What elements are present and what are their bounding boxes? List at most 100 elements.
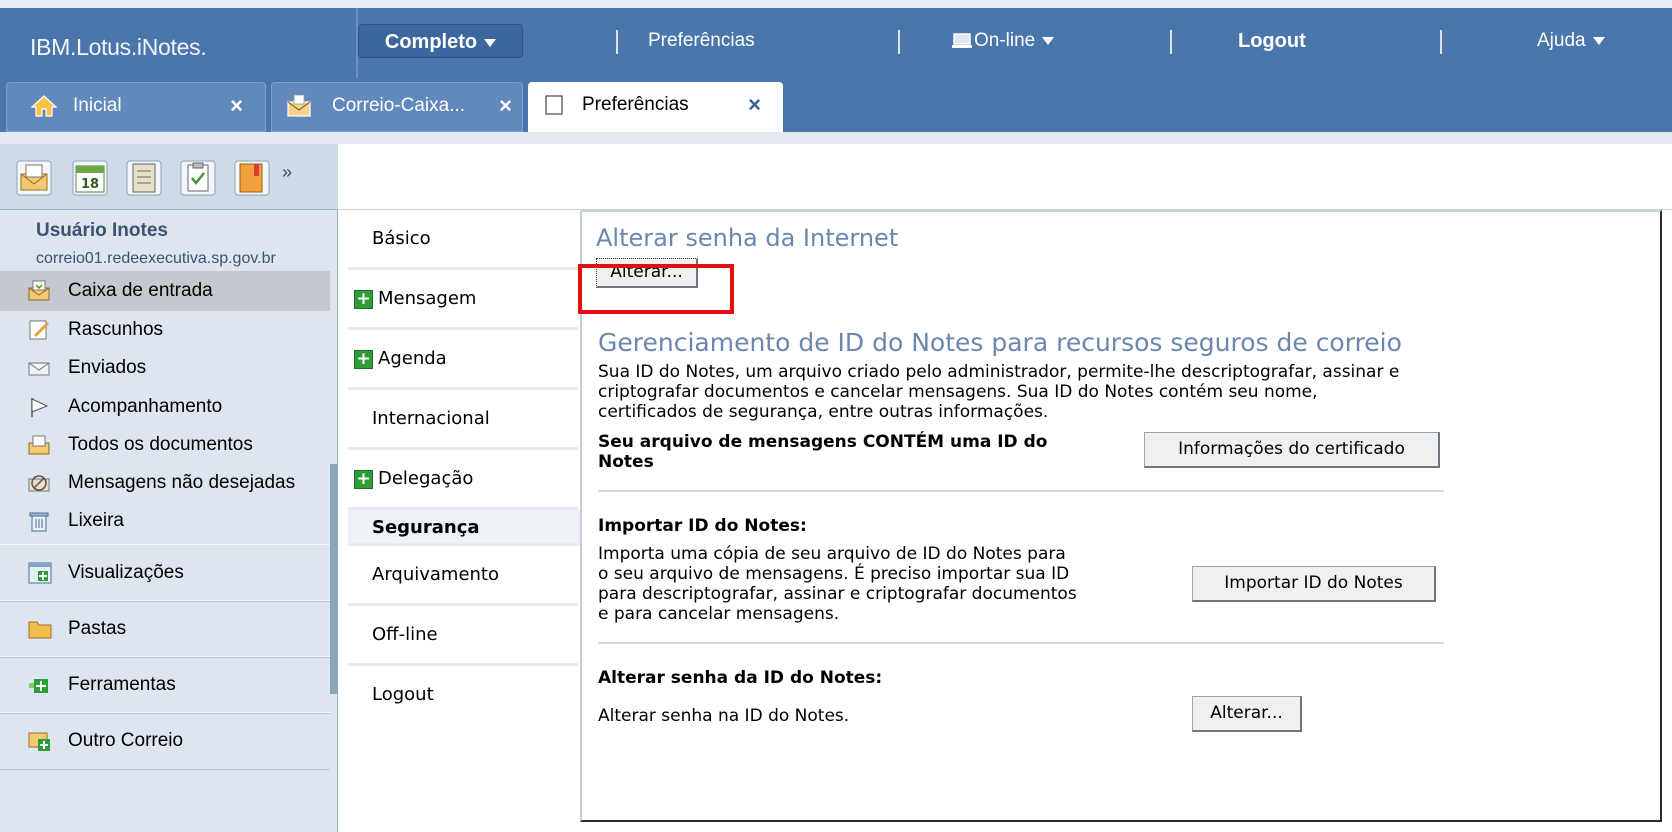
pref-nav-logout[interactable]: Logout bbox=[348, 666, 578, 726]
sidebar-item-junk[interactable]: Mensagens não desejadas bbox=[0, 463, 330, 503]
mail-icon bbox=[287, 94, 311, 117]
divider bbox=[1440, 30, 1442, 54]
change-id-password-heading: Alterar senha da ID do Notes: bbox=[598, 668, 883, 688]
pref-nav-delegacao[interactable]: + Delegação bbox=[348, 450, 578, 510]
sidebar-item-label: Caixa de entrada bbox=[68, 280, 213, 301]
sent-icon bbox=[28, 362, 50, 376]
calendar-icon[interactable]: 18 bbox=[72, 160, 108, 196]
help-label: Ajuda bbox=[1537, 30, 1586, 51]
pref-nav-internacional[interactable]: Internacional bbox=[348, 390, 578, 450]
contains-id-text-line-1: Seu arquivo de mensagens CONTÉM uma ID d… bbox=[598, 432, 1048, 452]
notebook-icon[interactable] bbox=[234, 160, 270, 196]
expand-plus-icon[interactable]: + bbox=[354, 290, 373, 309]
change-id-password-desc: Alterar senha na ID do Notes. bbox=[598, 706, 850, 726]
chevron-down-icon bbox=[1592, 36, 1605, 45]
pref-nav-label: Logout bbox=[372, 684, 434, 705]
import-id-desc-line-4: e para cancelar mensagens. bbox=[598, 604, 840, 624]
import-notes-id-button[interactable]: Importar ID do Notes bbox=[1192, 566, 1436, 602]
pref-nav-seguranca[interactable]: Segurança bbox=[348, 510, 580, 546]
notes-id-desc-line-2: criptografar documentos e cancelar mensa… bbox=[598, 382, 1318, 402]
online-status-button[interactable]: On-line bbox=[952, 24, 1055, 58]
sidebar-section-label: Outro Correio bbox=[68, 730, 184, 751]
flag-icon bbox=[31, 398, 49, 417]
change-id-password-button[interactable]: Alterar... bbox=[1192, 696, 1302, 732]
security-preferences-panel: Alterar senha da Internet Alterar... Ger… bbox=[580, 210, 1662, 822]
mail-icon[interactable] bbox=[16, 160, 52, 196]
tab-inicial[interactable]: Inicial × bbox=[6, 82, 266, 132]
calendar-day: 18 bbox=[81, 177, 99, 192]
content-toolbar bbox=[338, 144, 1672, 210]
divider bbox=[1170, 30, 1172, 54]
online-label: On-line bbox=[974, 30, 1036, 51]
tab-correio[interactable]: Correio-Caixa... × bbox=[271, 82, 523, 132]
sidebar-item-label: Todos os documentos bbox=[68, 434, 253, 455]
todo-icon[interactable] bbox=[180, 160, 216, 196]
expand-plus-icon[interactable]: + bbox=[354, 350, 373, 369]
document-icon bbox=[545, 95, 563, 115]
sidebar-section-label: Visualizações bbox=[68, 562, 184, 583]
computer-icon bbox=[952, 33, 972, 48]
sidebar-splitter-handle[interactable] bbox=[330, 464, 338, 694]
inbox-icon bbox=[28, 280, 50, 301]
pref-nav-basico[interactable]: Básico bbox=[348, 210, 578, 270]
divider bbox=[616, 30, 618, 54]
toolbar-spacer bbox=[0, 132, 1672, 144]
sidebar-section-tools[interactable]: Ferramentas bbox=[0, 656, 330, 714]
pref-nav-label: Básico bbox=[372, 228, 431, 249]
mode-completo-label: Completo bbox=[384, 31, 478, 53]
mode-completo-button[interactable]: Completo bbox=[358, 24, 523, 58]
pref-nav-agenda[interactable]: + Agenda bbox=[348, 330, 578, 390]
user-name: Usuário Inotes bbox=[36, 220, 168, 241]
sidebar-item-follow-up[interactable]: Acompanhamento bbox=[0, 387, 330, 427]
highlight-annotation bbox=[578, 264, 734, 314]
top-bar: IBM.Lotus.iNotes. Completo Preferências … bbox=[0, 0, 1672, 78]
logout-link[interactable]: Logout bbox=[1238, 24, 1306, 58]
import-id-desc-line-1: Importa uma cópia de seu arquivo de ID d… bbox=[598, 544, 1066, 564]
folder-icon bbox=[28, 621, 52, 639]
sidebar-section-label: Ferramentas bbox=[68, 674, 176, 695]
notes-id-desc-line-1: Sua ID do Notes, um arquivo criado pelo … bbox=[598, 362, 1400, 382]
chevron-down-icon bbox=[1042, 36, 1055, 45]
sidebar-item-label: Enviados bbox=[68, 357, 147, 378]
pref-nav-offline[interactable]: Off-line bbox=[348, 606, 578, 666]
pref-nav-arquivamento[interactable]: Arquivamento bbox=[348, 546, 578, 606]
contains-id-text-line-2: Notes bbox=[598, 452, 654, 472]
pref-nav-label: Delegação bbox=[378, 468, 474, 489]
sidebar-section-label: Pastas bbox=[68, 618, 127, 639]
sidebar-section-folders[interactable]: Pastas bbox=[0, 600, 330, 658]
app-launcher: 18 » bbox=[0, 144, 338, 210]
tab-preferencias[interactable]: Preferências × bbox=[528, 82, 783, 132]
import-id-heading: Importar ID do Notes: bbox=[598, 516, 807, 536]
sidebar-item-all-documents[interactable]: Todos os documentos bbox=[0, 425, 330, 465]
certificate-info-button[interactable]: Informações do certificado bbox=[1144, 432, 1440, 468]
more-apps-chevron-icon[interactable]: » bbox=[282, 162, 292, 183]
pref-nav-label: Arquivamento bbox=[372, 564, 500, 585]
expand-plus-icon[interactable]: + bbox=[354, 470, 373, 489]
pref-nav-mensagem[interactable]: + Mensagem bbox=[348, 270, 578, 330]
sidebar-item-label: Mensagens não desejadas bbox=[68, 472, 296, 493]
tab-label: Correio-Caixa... bbox=[332, 95, 466, 116]
user-info: Usuário Inotes correio01.redeexecutiva.s… bbox=[0, 210, 330, 276]
tab-bar: Inicial × Correio-Caixa... × Preferência… bbox=[0, 78, 1672, 132]
sidebar-item-trash[interactable]: Lixeira bbox=[0, 501, 330, 541]
sidebar-item-drafts[interactable]: Rascunhos bbox=[0, 310, 330, 350]
sidebar-item-sent[interactable]: Enviados bbox=[0, 348, 330, 388]
trash-icon bbox=[29, 512, 49, 532]
pref-nav-label: Mensagem bbox=[378, 288, 477, 309]
views-icon bbox=[28, 562, 52, 584]
sidebar-section-views[interactable]: Visualizações bbox=[0, 544, 330, 602]
sidebar-section-other-mail[interactable]: Outro Correio bbox=[0, 712, 330, 770]
pref-nav-label: Internacional bbox=[372, 408, 490, 429]
close-icon[interactable]: × bbox=[230, 83, 243, 129]
close-icon[interactable]: × bbox=[499, 83, 512, 129]
preferences-link[interactable]: Preferências bbox=[648, 24, 755, 58]
help-menu-button[interactable]: Ajuda bbox=[1537, 24, 1605, 58]
close-icon[interactable]: × bbox=[748, 82, 761, 128]
import-id-desc-line-3: para descriptografar, assinar e criptogr… bbox=[598, 584, 1077, 604]
junk-icon bbox=[28, 475, 50, 492]
pref-nav-label: Agenda bbox=[378, 348, 447, 369]
app-logo: IBM.Lotus.iNotes. bbox=[30, 34, 207, 60]
tab-label: Inicial bbox=[73, 95, 122, 116]
contacts-icon[interactable] bbox=[126, 160, 162, 196]
sidebar-item-inbox[interactable]: Caixa de entrada bbox=[0, 271, 330, 311]
